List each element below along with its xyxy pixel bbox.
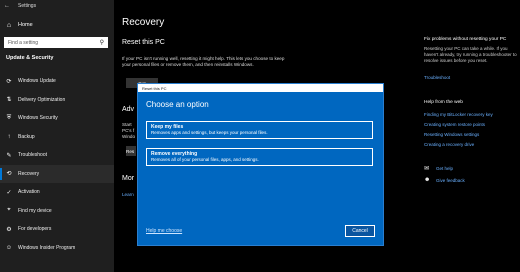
shield-icon: ⛨ [6,114,12,121]
sidebar-item-label: Windows Security [18,115,58,122]
sidebar-item-windows-update[interactable]: ⟳ Windows Update [0,72,114,91]
sync-icon: ⟳ [6,78,12,85]
option-description: Removes apps and settings, but keeps you… [151,130,268,135]
home-icon: ⌂ [6,21,12,29]
sidebar-item-label: Windows Insider Program [18,244,76,251]
sidebar-item-label: Backup [18,133,35,140]
sidebar-item-for-developers[interactable]: ⚙ For developers [0,220,114,239]
sidebar-item-windows-security[interactable]: ⛨ Windows Security [0,109,114,128]
help-link[interactable]: Finding my BitLocker recovery key [424,112,493,122]
sidebar-item-label: For developers [18,226,52,233]
dialog-heading: Choose an option [146,100,209,109]
sidebar-item-label: Recovery [18,170,40,177]
remove-everything-option[interactable]: Remove everything Removes all of your pe… [146,148,373,166]
help-web-heading: Help from the web [424,100,463,105]
sidebar-home[interactable]: ⌂ Home [0,18,114,32]
dialog-caption: Reset this PC [138,84,383,92]
backup-icon: ↑ [7,133,11,140]
home-label: Home [18,22,33,28]
delivery-icon: ⇅ [6,97,12,104]
reset-dialog: Reset this PC Choose an option Keep my f… [138,84,383,245]
related-panel: Fix problems without resetting your PC R… [424,0,520,272]
get-help-label: Get help [436,166,454,171]
sidebar-item-label: Troubleshoot [18,152,47,159]
advanced-startup-text: Start PC's f Windo [122,122,135,140]
section-title: Update & Security [6,55,54,61]
search-placeholder: Find a setting [8,39,39,46]
search-input[interactable]: Find a setting ⚲ [4,37,108,48]
sidebar-item-label: Find my device [18,207,52,214]
sidebar-item-find-my-device[interactable]: ⌖ Find my device [0,202,114,221]
give-feedback-link[interactable]: ☻ Give feedback [424,177,465,183]
developer-icon: ⚙ [6,226,12,233]
person-pin-icon: ⌖ [7,207,11,214]
reset-heading: Reset this PC [122,39,165,46]
back-arrow-icon[interactable]: ← [0,3,14,9]
help-links: Finding my BitLocker recovery key Creati… [424,112,493,152]
help-link[interactable]: Creating a recovery drive [424,142,493,152]
recovery-icon: ⟲ [6,171,12,178]
sidebar-item-troubleshoot[interactable]: ✎ Troubleshoot [0,146,114,165]
advanced-startup-heading: Adv [122,106,135,113]
sidebar-item-delivery-optimization[interactable]: ⇅ Delivery Optimization [0,91,114,110]
fix-problems-heading: Fix problems without resetting your PC [424,37,507,42]
give-feedback-label: Give feedback [436,177,465,183]
cancel-button[interactable]: Cancel [345,225,375,237]
learn-link[interactable]: Learn [122,192,134,197]
fix-problems-text: Resetting your PC can take a while. If y… [424,46,517,63]
sidebar-item-activation[interactable]: ✓ Activation [0,183,114,202]
keep-my-files-option[interactable]: Keep my files Removes apps and settings,… [146,121,373,139]
feedback-icon: ☻ [424,177,431,183]
sidebar-nav: ⟳ Windows Update ⇅ Delivery Optimization ⛨ Wi… [0,72,114,257]
sidebar-item-label: Delivery Optimization [18,96,66,103]
help-me-choose-link[interactable]: Help me choose [146,228,182,234]
sidebar-item-label: Activation [18,189,40,196]
sidebar-item-windows-insider-program[interactable]: ☺ Windows Insider Program [0,239,114,258]
search-icon: ⚲ [99,40,104,46]
sidebar-item-recovery[interactable]: ⟲ Recovery [0,164,114,183]
help-link[interactable]: Creating system restore points [424,122,493,132]
sidebar: ← Settings ⌂ Home Find a setting ⚲ Updat… [0,0,114,272]
activation-icon: ✓ [6,189,12,196]
more-options-heading: Mor [122,175,135,182]
reset-description: If your PC isn't running well, resetting… [122,56,285,67]
option-description: Removes all of your personal files, apps… [151,157,259,162]
chat-icon: ✉ [424,166,430,172]
sidebar-item-label: Windows Update [18,78,56,85]
page-title: Recovery [122,17,165,28]
get-help-link[interactable]: ✉ Get help [424,165,453,172]
sidebar-item-backup[interactable]: ↑ Backup [0,128,114,147]
wrench-icon: ✎ [6,152,12,159]
help-link[interactable]: Resetting Windows settings [424,132,493,142]
window-title: Settings [18,3,37,9]
insider-icon: ☺ [5,244,13,251]
title-bar: ← Settings [0,0,114,12]
troubleshoot-link[interactable]: Troubleshoot [424,75,450,80]
advanced-line: Windo [122,134,136,139]
restart-now-button[interactable]: Res [126,146,136,156]
